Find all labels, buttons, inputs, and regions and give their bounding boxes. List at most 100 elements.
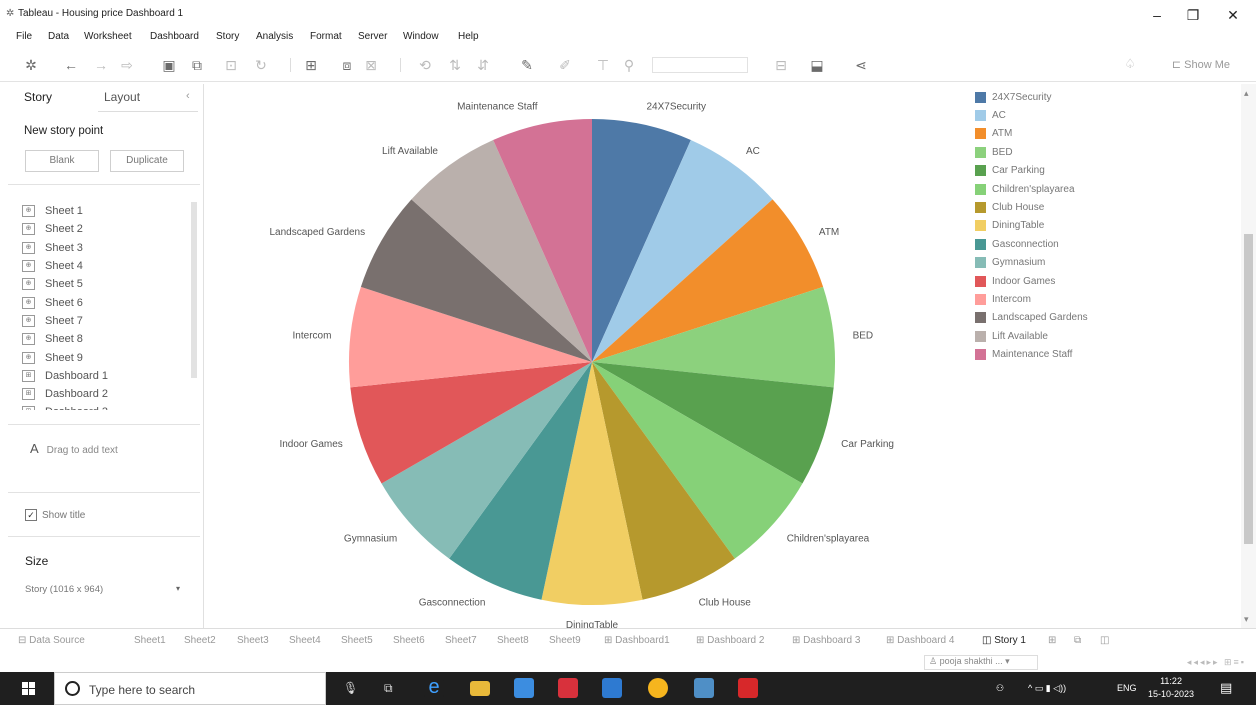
new-story-tab-icon[interactable]: ◫ [1100,635,1109,646]
tab-sheet2[interactable]: Sheet2 [184,635,216,646]
tab-sheet8[interactable]: Sheet8 [497,635,529,646]
tab-sheet7[interactable]: Sheet7 [445,635,477,646]
legend-item[interactable]: Club House [975,198,1088,216]
task-view-icon[interactable]: ⧉ [384,681,393,696]
file-explorer-icon[interactable] [470,681,490,696]
taskbar-search-box[interactable]: Type here to search [54,672,326,705]
sheet-list-item[interactable]: ⊕ Sheet 1 [22,202,192,220]
new-worksheet-icon[interactable]: ⊞ [302,56,320,74]
redo-icon[interactable]: ⇨ [118,56,136,74]
scroll-thumb[interactable] [1244,234,1253,544]
fit-dropdown[interactable] [652,57,748,73]
user-menu[interactable]: ♙ pooja shakthi ... ▾ [924,655,1038,670]
legend-item[interactable]: DiningTable [975,217,1088,235]
sheet-list-item[interactable]: ⊞ Dashboard 2 [22,385,192,403]
sheet-list-item[interactable]: ⊕ Sheet 4 [22,257,192,275]
new-sheet-icon[interactable]: ⊡ [222,56,240,74]
sheet-list-item[interactable]: ⊕ Sheet 3 [22,239,192,257]
mic-icon[interactable]: 🎙︎ [343,681,358,695]
duplicate-sheet-icon[interactable]: ⧈ [338,56,356,74]
maximize-button[interactable]: ❐ [1178,4,1208,26]
tab-sheet9[interactable]: Sheet9 [549,635,581,646]
legend-item[interactable]: Children'splayarea [975,180,1088,198]
tab-dashboard2[interactable]: ⊞ Dashboard 2 [696,635,764,646]
share-icon[interactable]: ⋖ [852,56,870,74]
menu-window[interactable]: Window [403,31,439,42]
person-icon[interactable]: ⚇ [996,683,1004,694]
sheet-list-item[interactable]: ⊕ Sheet 9 [22,348,192,366]
clock[interactable]: 11:22 15-10-2023 [1148,675,1194,701]
sheet-nav-icons[interactable]: ◂◂◂▸▸ ⊞≡▪ [1187,657,1246,668]
close-button[interactable]: ✕ [1218,4,1248,26]
scroll-up-icon[interactable]: ▴ [1244,88,1249,99]
new-worksheet-tab-icon[interactable]: ⊞ [1048,635,1056,646]
tab-story[interactable]: Story [24,90,52,104]
legend-item[interactable]: BED [975,143,1088,161]
menu-dashboard[interactable]: Dashboard [150,31,199,42]
menu-format[interactable]: Format [310,31,342,42]
sheet-list-item[interactable]: ⊕ Sheet 2 [22,220,192,238]
sheet-list-item[interactable]: ⊕ Sheet 6 [22,293,192,311]
show-cards-icon[interactable]: ⊟ [772,56,790,74]
refresh-icon[interactable]: ↻ [252,56,270,74]
legend-item[interactable]: Gymnasium [975,254,1088,272]
language-indicator[interactable]: ENG [1117,683,1137,693]
presentation-icon[interactable]: ⬓ [808,56,826,74]
show-title-checkbox[interactable]: ✓ Show title [25,509,85,521]
labels-icon[interactable]: ⊤ [594,56,612,74]
tab-sheet5[interactable]: Sheet5 [341,635,373,646]
legend-item[interactable]: 24X7Security [975,88,1088,106]
legend-item[interactable]: Lift Available [975,327,1088,345]
sheet-list-item[interactable]: ⊕ Sheet 5 [22,275,192,293]
tab-sheet4[interactable]: Sheet4 [289,635,321,646]
tab-sheet6[interactable]: Sheet6 [393,635,425,646]
edge-icon[interactable]: e [424,677,444,698]
tab-story1[interactable]: ◫ Story 1 [982,635,1026,646]
sheet-list-scrollbar[interactable] [191,202,197,378]
forward-arrow-icon[interactable]: → [92,56,110,74]
back-arrow-icon[interactable]: ← [62,56,80,74]
swap-icon[interactable]: ⟲ [416,56,434,74]
menu-file[interactable]: File [16,31,32,42]
collapse-pane-icon[interactable]: ‹ [186,90,190,102]
tab-dashboard3[interactable]: ⊞ Dashboard 3 [792,635,860,646]
sheet-list-item[interactable]: ⊕ Sheet 8 [22,330,192,348]
tab-data-source[interactable]: ⊟ Data Source [18,635,85,646]
size-dropdown-icon[interactable]: ▾ [176,584,180,593]
legend-item[interactable]: Indoor Games [975,272,1088,290]
store-icon[interactable] [514,678,534,698]
sheet-list-item[interactable]: ⊕ Sheet 7 [22,312,192,330]
menu-story[interactable]: Story [216,31,239,42]
tableau-logo-icon[interactable]: ✲ [22,56,40,74]
new-datasource-icon[interactable]: ⧉ [188,56,206,74]
scroll-down-icon[interactable]: ▾ [1244,614,1249,625]
new-dashboard-tab-icon[interactable]: ⧉ [1074,635,1081,646]
highlight-icon[interactable]: ✎ [518,56,536,74]
legend-item[interactable]: Gasconnection [975,235,1088,253]
legend-item[interactable]: Intercom [975,290,1088,308]
sheet-list-item[interactable]: ⊞ Dashboard 3 [22,403,192,410]
tab-dashboard4[interactable]: ⊞ Dashboard 4 [886,635,954,646]
pdf-icon[interactable] [738,678,758,698]
legend-item[interactable]: AC [975,106,1088,124]
sort-desc-icon[interactable]: ⇵ [474,56,492,74]
tableau-taskbar-icon[interactable] [694,678,714,698]
menu-server[interactable]: Server [358,31,387,42]
sort-asc-icon[interactable]: ⇅ [446,56,464,74]
minimize-button[interactable]: – [1142,4,1172,26]
blank-button[interactable]: Blank [25,150,99,172]
legend-item[interactable]: ATM [975,125,1088,143]
menu-analysis[interactable]: Analysis [256,31,293,42]
size-select[interactable]: Story (1016 x 964) [25,584,103,595]
menu-worksheet[interactable]: Worksheet [84,31,132,42]
legend-item[interactable]: Maintenance Staff [975,345,1088,363]
menu-help[interactable]: Help [458,31,479,42]
legend-item[interactable]: Landscaped Gardens [975,309,1088,327]
clear-sheet-icon[interactable]: ⊠ [362,56,380,74]
menu-data[interactable]: Data [48,31,69,42]
red-app-icon[interactable] [558,678,578,698]
show-me-button[interactable]: ⊏ Show Me [1172,58,1230,71]
tab-sheet1[interactable]: Sheet1 [134,635,166,646]
notification-icon[interactable]: ▤ [1220,680,1232,696]
duplicate-button[interactable]: Duplicate [110,150,184,172]
